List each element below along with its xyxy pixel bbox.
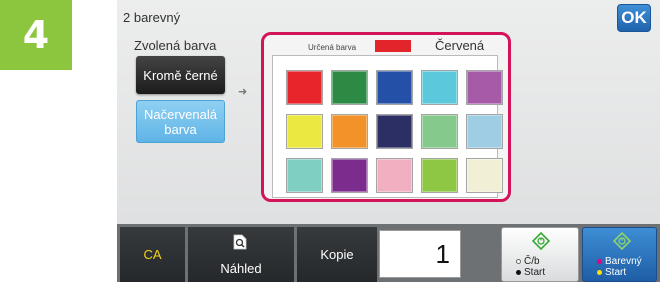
specified-color-label: Určená barva — [308, 43, 357, 52]
current-color-name: Červená — [435, 38, 485, 53]
except-black-button[interactable]: Kromě černé — [136, 56, 225, 94]
bottom-action-bar: CA Náhled Kopie 1 Č/b Start Barevný Star… — [117, 224, 660, 282]
preview-icon — [233, 234, 247, 250]
ok-button[interactable]: OK — [617, 4, 651, 32]
color-swatch[interactable] — [376, 70, 413, 105]
step-number: 4 — [22, 13, 50, 57]
start-color-text: Barevný Start — [597, 256, 642, 278]
step-number-badge: 4 — [0, 0, 72, 70]
color-swatch[interactable] — [421, 158, 458, 193]
arrow-right-icon: ➜ — [238, 86, 248, 98]
preview-label: Náhled — [220, 261, 262, 276]
clear-all-button[interactable]: CA — [120, 227, 185, 282]
start-color-button[interactable]: Barevný Start — [582, 227, 657, 282]
color-swatch[interactable] — [421, 114, 458, 149]
selected-color-label: Zvolená barva — [134, 38, 217, 53]
color-swatch[interactable] — [331, 70, 368, 105]
color-swatch[interactable] — [376, 114, 413, 149]
device-panel: 2 barevný OK Zvolená barva Kromě černé N… — [117, 0, 660, 282]
color-palette-panel: Určená barva Červená — [261, 32, 511, 202]
color-swatch[interactable] — [286, 158, 323, 193]
copies-count-field[interactable]: 1 — [379, 230, 461, 278]
start-diamond-icon — [532, 232, 550, 250]
color-swatch[interactable] — [466, 114, 503, 149]
start-color-label-2: Start — [605, 267, 627, 278]
color-swatch[interactable] — [286, 114, 323, 149]
current-color-swatch — [375, 40, 411, 52]
touch-screen: 2 barevný OK Zvolená barva Kromě černé N… — [117, 0, 660, 224]
start-bw-label-2: Start — [524, 267, 546, 278]
start-color-label-1: Barevný — [605, 256, 642, 267]
color-swatch-grid — [272, 55, 503, 198]
color-swatch[interactable] — [466, 158, 503, 193]
color-swatch[interactable] — [286, 70, 323, 105]
color-swatch[interactable] — [421, 70, 458, 105]
color-swatch[interactable] — [331, 158, 368, 193]
copies-button[interactable]: Kopie — [297, 227, 377, 282]
start-bw-text: Č/b Start — [516, 256, 545, 278]
reddish-color-button[interactable]: Načervenalá barva — [136, 100, 225, 143]
start-bw-button[interactable]: Č/b Start — [501, 227, 579, 282]
start-bw-label-1: Č/b — [524, 256, 540, 267]
start-diamond-icon — [613, 232, 631, 250]
color-swatch[interactable] — [376, 158, 413, 193]
color-swatch[interactable] — [466, 70, 503, 105]
screen-title: 2 barevný — [123, 10, 181, 25]
color-swatch[interactable] — [331, 114, 368, 149]
preview-button[interactable]: Náhled — [188, 227, 294, 282]
